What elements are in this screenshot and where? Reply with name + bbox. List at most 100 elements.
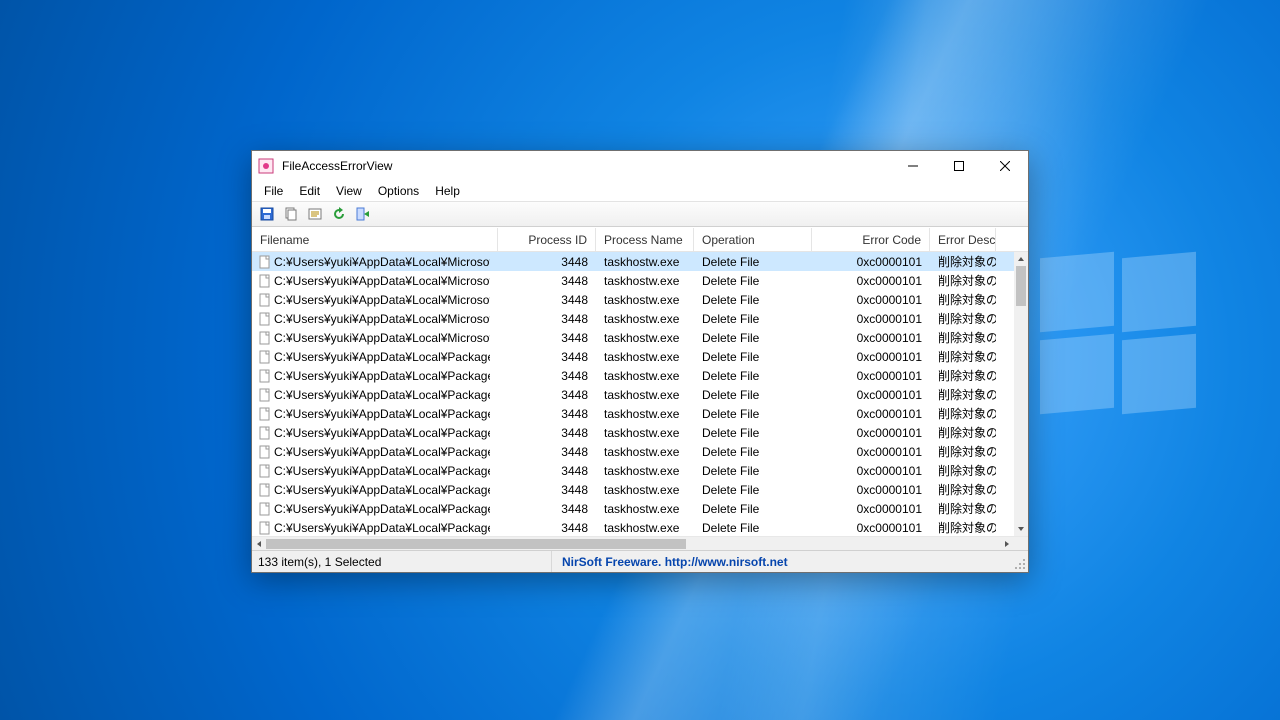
cell-error-description: 削除対象のデ (930, 367, 996, 384)
cell-error-description: 削除対象のデ (930, 424, 996, 441)
table-row[interactable]: C:¥Users¥yuki¥AppData¥Local¥Microsoft...… (252, 290, 1014, 309)
cell-error-description: 削除対象のデ (930, 291, 996, 308)
cell-error-code: 0xc0000101 (812, 255, 930, 269)
cell-process-name: taskhostw.exe (596, 369, 694, 383)
table-row[interactable]: C:¥Users¥yuki¥AppData¥Local¥Packages...3… (252, 366, 1014, 385)
toolbar-properties-button[interactable] (306, 205, 324, 223)
column-header-error-code[interactable]: Error Code (812, 228, 930, 251)
cell-process-id: 3448 (498, 350, 596, 364)
table-row[interactable]: C:¥Users¥yuki¥AppData¥Local¥Packages...3… (252, 404, 1014, 423)
cell-operation: Delete File (694, 521, 812, 535)
cell-operation: Delete File (694, 350, 812, 364)
file-icon (258, 521, 272, 535)
table-row[interactable]: C:¥Users¥yuki¥AppData¥Local¥Microsoft...… (252, 252, 1014, 271)
column-header-filename[interactable]: Filename (252, 228, 498, 251)
file-icon (258, 464, 272, 478)
table-row[interactable]: C:¥Users¥yuki¥AppData¥Local¥Microsoft...… (252, 309, 1014, 328)
table-row[interactable]: C:¥Users¥yuki¥AppData¥Local¥Packages...3… (252, 499, 1014, 518)
maximize-button[interactable] (936, 151, 982, 181)
table-row[interactable]: C:¥Users¥yuki¥AppData¥Local¥Microsoft...… (252, 271, 1014, 290)
cell-error-code: 0xc0000101 (812, 483, 930, 497)
scroll-track[interactable] (1014, 266, 1028, 522)
cell-error-description: 削除対象のデ (930, 348, 996, 365)
column-header-error-description[interactable]: Error Descrip (930, 228, 996, 251)
cell-error-description: 削除対象のデ (930, 272, 996, 289)
table-row[interactable]: C:¥Users¥yuki¥AppData¥Local¥Packages...3… (252, 518, 1014, 536)
cell-filename: C:¥Users¥yuki¥AppData¥Local¥Microsoft... (252, 274, 498, 288)
cell-operation: Delete File (694, 293, 812, 307)
status-credit-link[interactable]: NirSoft Freeware. http://www.nirsoft.net (552, 551, 1028, 572)
cell-process-id: 3448 (498, 521, 596, 535)
menu-view[interactable]: View (328, 182, 370, 200)
table-row[interactable]: C:¥Users¥yuki¥AppData¥Local¥Packages...3… (252, 347, 1014, 366)
table-row[interactable]: C:¥Users¥yuki¥AppData¥Local¥Packages...3… (252, 423, 1014, 442)
cell-process-name: taskhostw.exe (596, 350, 694, 364)
scroll-down-icon[interactable] (1014, 522, 1028, 536)
cell-process-name: taskhostw.exe (596, 331, 694, 345)
cell-error-description: 削除対象のデ (930, 519, 996, 536)
file-icon (258, 274, 272, 288)
listview-body[interactable]: C:¥Users¥yuki¥AppData¥Local¥Microsoft...… (252, 252, 1028, 536)
app-window: FileAccessErrorView File Edit View Optio… (251, 150, 1029, 573)
toolbar-save-button[interactable] (258, 205, 276, 223)
table-row[interactable]: C:¥Users¥yuki¥AppData¥Local¥Packages...3… (252, 461, 1014, 480)
cell-filename: C:¥Users¥yuki¥AppData¥Local¥Microsoft... (252, 331, 498, 345)
statusbar: 133 item(s), 1 Selected NirSoft Freeware… (252, 550, 1028, 572)
cell-filename: C:¥Users¥yuki¥AppData¥Local¥Packages... (252, 369, 498, 383)
cell-process-id: 3448 (498, 255, 596, 269)
menu-file[interactable]: File (256, 182, 291, 200)
scroll-track-h[interactable] (266, 537, 1000, 551)
vertical-scrollbar[interactable] (1014, 252, 1028, 536)
column-header-operation[interactable]: Operation (694, 228, 812, 251)
cell-process-name: taskhostw.exe (596, 407, 694, 421)
cell-filename: C:¥Users¥yuki¥AppData¥Local¥Packages... (252, 388, 498, 402)
cell-error-code: 0xc0000101 (812, 388, 930, 402)
cell-process-name: taskhostw.exe (596, 426, 694, 440)
toolbar-exit-button[interactable] (354, 205, 372, 223)
scroll-thumb[interactable] (1016, 266, 1026, 306)
close-button[interactable] (982, 151, 1028, 181)
table-row[interactable]: C:¥Users¥yuki¥AppData¥Local¥Packages...3… (252, 385, 1014, 404)
scroll-up-icon[interactable] (1014, 252, 1028, 266)
cell-operation: Delete File (694, 407, 812, 421)
listview-header: Filename Process ID Process Name Operati… (252, 228, 1028, 252)
minimize-button[interactable] (890, 151, 936, 181)
cell-error-description: 削除対象のデ (930, 500, 996, 517)
table-row[interactable]: C:¥Users¥yuki¥AppData¥Local¥Packages...3… (252, 442, 1014, 461)
file-icon (258, 502, 272, 516)
menu-edit[interactable]: Edit (291, 182, 328, 200)
cell-error-description: 削除対象のデ (930, 481, 996, 498)
status-item-count: 133 item(s), 1 Selected (252, 551, 552, 572)
table-row[interactable]: C:¥Users¥yuki¥AppData¥Local¥Packages...3… (252, 480, 1014, 499)
cell-process-name: taskhostw.exe (596, 502, 694, 516)
titlebar[interactable]: FileAccessErrorView (252, 151, 1028, 181)
cell-process-name: taskhostw.exe (596, 255, 694, 269)
horizontal-scrollbar[interactable] (252, 536, 1028, 550)
file-icon (258, 255, 272, 269)
column-header-process-name[interactable]: Process Name (596, 228, 694, 251)
cell-filename: C:¥Users¥yuki¥AppData¥Local¥Packages... (252, 521, 498, 535)
menu-help[interactable]: Help (427, 182, 468, 200)
column-header-process-id[interactable]: Process ID (498, 228, 596, 251)
cell-operation: Delete File (694, 445, 812, 459)
toolbar-refresh-button[interactable] (330, 205, 348, 223)
cell-error-code: 0xc0000101 (812, 369, 930, 383)
file-icon (258, 350, 272, 364)
scroll-left-icon[interactable] (252, 537, 266, 551)
file-icon (258, 483, 272, 497)
table-row[interactable]: C:¥Users¥yuki¥AppData¥Local¥Microsoft...… (252, 328, 1014, 347)
cell-error-description: 削除対象のデ (930, 386, 996, 403)
cell-error-description: 削除対象のデ (930, 462, 996, 479)
cell-filename: C:¥Users¥yuki¥AppData¥Local¥Packages... (252, 483, 498, 497)
scroll-thumb-h[interactable] (266, 539, 686, 549)
menu-options[interactable]: Options (370, 182, 427, 200)
toolbar-copy-button[interactable] (282, 205, 300, 223)
cell-operation: Delete File (694, 312, 812, 326)
cell-filename: C:¥Users¥yuki¥AppData¥Local¥Microsoft... (252, 255, 498, 269)
file-icon (258, 426, 272, 440)
cell-process-id: 3448 (498, 388, 596, 402)
cell-process-name: taskhostw.exe (596, 521, 694, 535)
scroll-right-icon[interactable] (1000, 537, 1014, 551)
resize-grip-icon[interactable] (1014, 558, 1026, 570)
app-icon (258, 158, 274, 174)
